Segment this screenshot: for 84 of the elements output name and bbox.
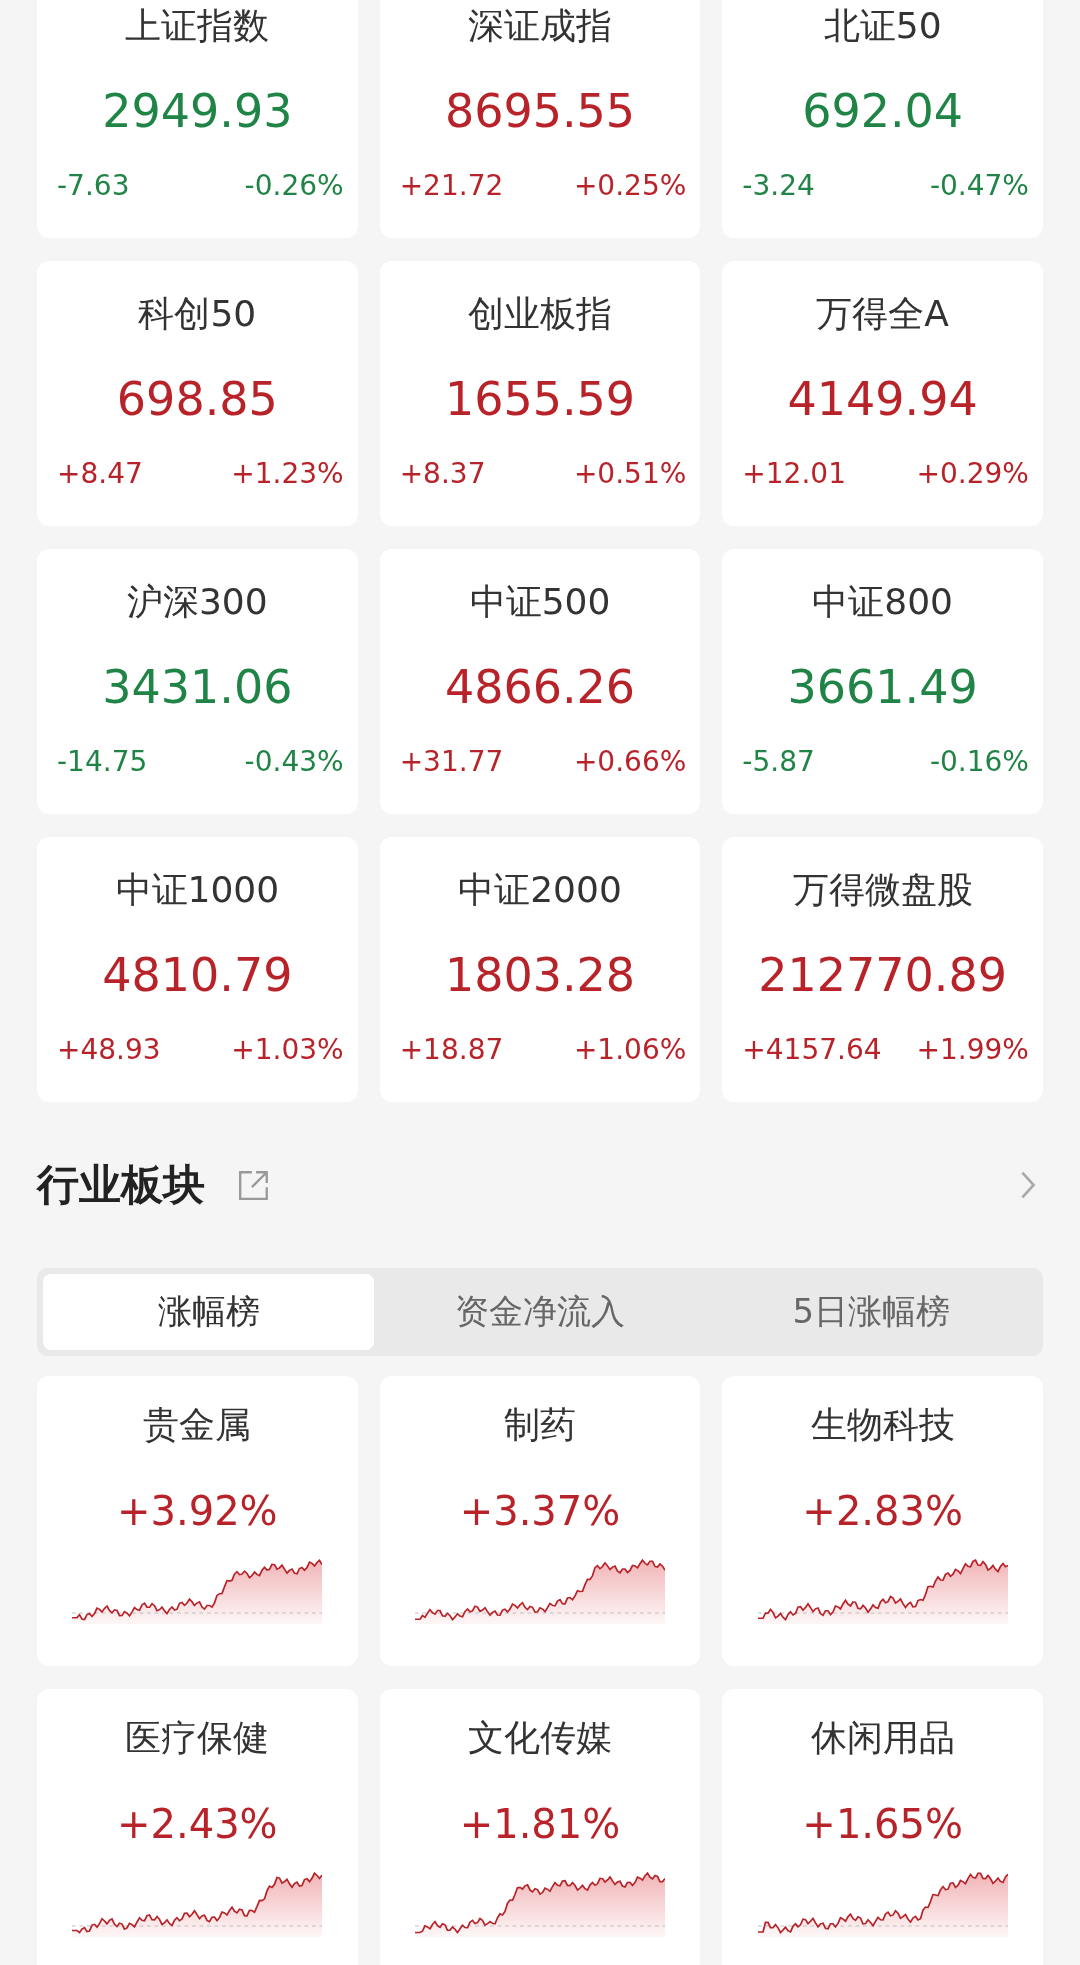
sector-card[interactable]: 医疗保健 +2.43% xyxy=(37,1689,358,1965)
index-name: 沪深300 xyxy=(126,581,268,623)
change-percent: -0.16% xyxy=(929,745,1029,779)
sector-card[interactable]: 生物科技 +2.83% xyxy=(722,1376,1043,1666)
index-card[interactable]: 中证1000 4810.79 +48.93 +1.03% xyxy=(37,837,358,1102)
index-price: 1803.28 xyxy=(444,947,636,1003)
sector-percent: +2.83% xyxy=(802,1487,963,1536)
change-percent: +1.03% xyxy=(231,1033,344,1067)
index-price: 3661.49 xyxy=(787,659,978,715)
index-card[interactable]: 创业板指 1655.59 +8.37 +0.51% xyxy=(379,261,701,526)
sector-name: 文化传媒 xyxy=(468,1717,612,1759)
change-percent: +0.66% xyxy=(573,745,687,779)
sector-name: 生物科技 xyxy=(810,1404,955,1446)
index-price: 4149.94 xyxy=(787,371,978,427)
change-value: +4157.64 xyxy=(742,1033,882,1067)
index-card[interactable]: 中证2000 1803.28 +18.87 +1.06% xyxy=(379,837,701,1102)
sector-percent: +3.37% xyxy=(459,1487,621,1536)
index-name: 中证2000 xyxy=(458,869,622,911)
index-card[interactable]: 北证50 692.04 -3.24 -0.47% xyxy=(722,0,1043,238)
sector-name: 休闲用品 xyxy=(810,1717,955,1759)
change-value: -3.24 xyxy=(742,169,815,203)
sector-card[interactable]: 贵金属 +3.92% xyxy=(37,1376,358,1666)
index-name: 中证1000 xyxy=(115,869,280,911)
change-value: +21.72 xyxy=(399,169,504,203)
index-card[interactable]: 深证成指 8695.55 +21.72 +0.25% xyxy=(379,0,701,238)
sector-name: 制药 xyxy=(504,1404,576,1446)
index-name: 科创50 xyxy=(138,293,257,335)
sector-percent: +3.92% xyxy=(117,1487,278,1536)
change-percent: -0.26% xyxy=(244,169,344,203)
sector-card[interactable]: 制药 +3.37% xyxy=(379,1376,701,1666)
index-price: 212770.89 xyxy=(758,947,1008,1003)
tab[interactable]: 涨幅榜 xyxy=(43,1274,375,1350)
index-name: 中证800 xyxy=(812,581,953,623)
change-value: -5.87 xyxy=(742,745,815,779)
section-title: 行业板块 xyxy=(37,1159,205,1211)
index-price: 8695.55 xyxy=(444,83,636,139)
sector-name: 贵金属 xyxy=(143,1404,252,1446)
index-price: 698.85 xyxy=(116,371,278,427)
index-price: 4866.26 xyxy=(444,659,636,715)
index-card[interactable]: 中证800 3661.49 -5.87 -0.16% xyxy=(722,549,1043,814)
index-card[interactable]: 万得微盘股 212770.89 +4157.64 +1.99% xyxy=(722,837,1043,1102)
change-value: +8.47 xyxy=(57,457,143,491)
index-price: 4810.79 xyxy=(102,947,293,1003)
change-value: +48.93 xyxy=(57,1033,161,1067)
index-name: 万得全A xyxy=(816,293,949,335)
index-name: 深证成指 xyxy=(468,5,612,47)
change-percent: +1.06% xyxy=(573,1033,687,1067)
change-percent: +1.99% xyxy=(916,1033,1029,1067)
index-card[interactable]: 沪深300 3431.06 -14.75 -0.43% xyxy=(37,549,358,814)
sector-percent: +1.81% xyxy=(459,1800,621,1849)
sector-card[interactable]: 休闲用品 +1.65% xyxy=(722,1689,1043,1965)
index-price: 692.04 xyxy=(802,83,964,139)
change-value: +8.37 xyxy=(399,457,486,491)
change-percent: +0.29% xyxy=(916,457,1029,491)
change-value: -14.75 xyxy=(57,745,148,779)
tab[interactable]: 5日涨幅榜 xyxy=(705,1274,1037,1350)
index-price: 1655.59 xyxy=(444,371,636,427)
change-percent: +1.23% xyxy=(231,457,344,491)
tab[interactable]: 资金净流入 xyxy=(374,1274,706,1350)
change-value: +18.87 xyxy=(399,1033,504,1067)
change-value: -7.63 xyxy=(57,169,130,203)
sector-name: 医疗保健 xyxy=(125,1717,270,1759)
change-value: +12.01 xyxy=(742,457,846,491)
sector-percent: +1.65% xyxy=(802,1800,963,1849)
index-name: 中证500 xyxy=(469,581,611,623)
change-percent: +0.51% xyxy=(573,457,687,491)
index-name: 上证指数 xyxy=(125,5,270,47)
sector-card[interactable]: 文化传媒 +1.81% xyxy=(379,1689,701,1965)
sector-percent: +2.43% xyxy=(117,1800,278,1849)
change-percent: -0.47% xyxy=(929,169,1029,203)
share-icon[interactable] xyxy=(237,1168,271,1202)
index-card[interactable]: 科创50 698.85 +8.47 +1.23% xyxy=(37,261,358,526)
change-value: +31.77 xyxy=(399,745,504,779)
index-card[interactable]: 上证指数 2949.93 -7.63 -0.26% xyxy=(37,0,358,238)
index-name: 万得微盘股 xyxy=(792,869,973,911)
index-name: 创业板指 xyxy=(468,293,612,335)
index-price: 3431.06 xyxy=(102,659,293,715)
change-percent: +0.25% xyxy=(573,169,687,203)
index-card[interactable]: 万得全A 4149.94 +12.01 +0.29% xyxy=(722,261,1043,526)
index-card[interactable]: 中证500 4866.26 +31.77 +0.66% xyxy=(379,549,701,814)
index-name: 北证50 xyxy=(823,5,942,47)
index-price: 2949.93 xyxy=(102,83,293,139)
change-percent: -0.43% xyxy=(244,745,344,779)
chevron-right-icon[interactable] xyxy=(1019,1169,1037,1201)
